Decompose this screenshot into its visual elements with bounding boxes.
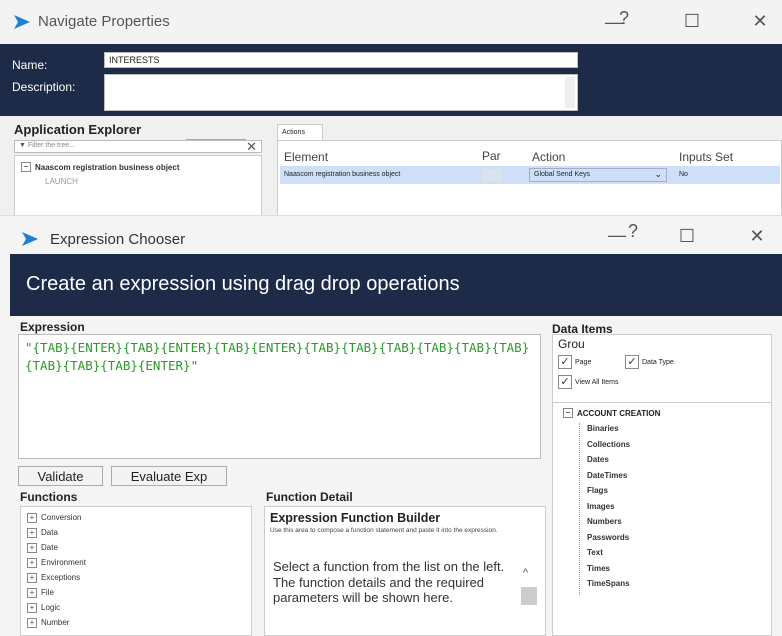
function-category[interactable]: + Date: [27, 540, 245, 555]
column-header[interactable]: Inputs Set: [679, 150, 733, 164]
dialog-banner: Create an expression using drag drop ope…: [10, 254, 782, 316]
name-label: Name:: [12, 58, 48, 72]
function-category[interactable]: + Exceptions: [27, 570, 245, 585]
checkbox-icon[interactable]: ✓: [625, 355, 639, 369]
evaluate-button[interactable]: Evaluate Exp: [111, 466, 227, 486]
group-label: Grou: [558, 337, 585, 351]
clear-icon[interactable]: ✕: [246, 139, 257, 155]
table-row[interactable]: Naascom registration business object Glo…: [280, 166, 780, 184]
filter-icon: ▼: [19, 142, 28, 149]
minimize-button[interactable]: —: [599, 12, 629, 33]
data-items-list: Binaries Collections Dates DateTimes Fla…: [587, 424, 630, 595]
builder-title: Expression Function Builder: [270, 511, 441, 525]
function-detail-label: Function Detail: [266, 490, 353, 504]
tree-item[interactable]: − Naascom registration business object: [21, 162, 180, 172]
dialog-title: Expression Chooser: [50, 231, 186, 248]
name-field[interactable]: INTERESTS: [104, 52, 578, 68]
row-inputs-set: No: [679, 171, 688, 178]
expand-icon[interactable]: +: [27, 587, 37, 598]
view-all-checkbox[interactable]: ✓ View All Items: [558, 375, 618, 389]
data-item[interactable]: DateTimes: [587, 471, 630, 487]
data-item[interactable]: Numbers: [587, 517, 630, 533]
expression-editor[interactable]: "{TAB}{ENTER}{TAB}{ENTER}{TAB}{ENTER}{TA…: [18, 334, 541, 459]
chevron-up-icon[interactable]: ^: [523, 567, 528, 579]
function-category[interactable]: + Conversion: [27, 510, 245, 525]
column-header[interactable]: Action: [532, 150, 565, 164]
data-items-tree: − ACCOUNT CREATION Binaries Collections D…: [552, 402, 772, 636]
expand-icon[interactable]: +: [27, 602, 37, 613]
description-scrollbar[interactable]: [565, 77, 575, 108]
expression-chooser-dialog: Expression Chooser ? — ☐ ✕ Create an exp…: [0, 215, 782, 636]
maximize-button[interactable]: ☐: [672, 226, 702, 247]
functions-tree: + Conversion + Data + Date + Environment + Ex…: [20, 506, 252, 636]
expand-icon[interactable]: +: [27, 617, 37, 628]
scroll-thumb[interactable]: [521, 587, 537, 605]
action-select[interactable]: Global Send Keys ⌄: [529, 168, 667, 182]
checkbox-icon[interactable]: ✓: [558, 355, 572, 369]
banner-text: Create an expression using drag drop ope…: [26, 273, 460, 295]
data-item[interactable]: TimeSpans: [587, 579, 630, 595]
data-options-panel: Grou ✓ Page ✓ Data Type ✓ View All Items: [552, 334, 772, 404]
data-item[interactable]: Binaries: [587, 424, 630, 440]
function-builder-panel: Expression Function Builder Use this are…: [264, 506, 546, 636]
function-category[interactable]: + Number: [27, 615, 245, 630]
maximize-button[interactable]: ☐: [677, 11, 707, 32]
page-checkbox[interactable]: ✓ Page: [558, 355, 591, 369]
description-label: Description:: [12, 80, 76, 94]
explorer-filter-input[interactable]: ▼ Filter the tree... ✕: [14, 139, 262, 155]
collapse-icon[interactable]: −: [21, 162, 31, 172]
expression-text: "{TAB}{ENTER}{TAB}{ENTER}{TAB}{ENTER}{TA…: [25, 340, 530, 373]
description-field[interactable]: [104, 74, 578, 111]
close-button[interactable]: ✕: [742, 226, 772, 247]
close-button[interactable]: ✕: [745, 11, 775, 32]
explorer-tree: − Naascom registration business object LA…: [14, 155, 262, 217]
navigate-titlebar: Navigate Properties ? — ☐ ✕: [0, 0, 782, 44]
data-type-checkbox[interactable]: ✓ Data Type: [625, 355, 674, 369]
function-category[interactable]: + Environment: [27, 555, 245, 570]
column-header[interactable]: Par: [482, 149, 501, 163]
row-element: Naascom registration business object: [284, 171, 401, 178]
data-root[interactable]: − ACCOUNT CREATION: [563, 408, 660, 418]
functions-label: Functions: [20, 490, 78, 504]
app-explorer-title: Application Explorer: [14, 122, 142, 137]
function-category[interactable]: + Data: [27, 525, 245, 540]
expand-icon[interactable]: +: [27, 512, 37, 523]
filter-placeholder: Filter the tree...: [27, 142, 75, 149]
data-item[interactable]: Collections: [587, 440, 630, 456]
builder-description: Use this area to compose a function stat…: [270, 527, 498, 534]
data-item[interactable]: Dates: [587, 455, 630, 471]
expression-label: Expression: [20, 320, 85, 334]
minimize-button[interactable]: —: [602, 225, 632, 246]
window-title: Navigate Properties: [38, 13, 170, 30]
data-item[interactable]: Flags: [587, 486, 630, 502]
tree-item[interactable]: LAUNCH: [45, 177, 78, 186]
data-item[interactable]: Text: [587, 548, 630, 564]
collapse-icon[interactable]: −: [563, 408, 573, 418]
expand-icon[interactable]: +: [27, 572, 37, 583]
app-icon: [14, 15, 30, 29]
tree-line: [579, 423, 581, 595]
chevron-down-icon: ⌄: [654, 169, 662, 179]
actions-grid: Element Par Action Inputs Set Naascom re…: [277, 140, 782, 220]
validate-button[interactable]: Validate: [18, 466, 103, 486]
properties-header: Name: INTERESTS Description:: [0, 44, 782, 116]
builder-scrollbar[interactable]: ^: [519, 565, 539, 635]
column-header[interactable]: Element: [284, 150, 328, 164]
app-icon: [22, 232, 38, 246]
row-par[interactable]: [482, 169, 502, 181]
expand-icon[interactable]: +: [27, 557, 37, 568]
tab-actions[interactable]: Actions: [277, 124, 323, 140]
data-item[interactable]: Images: [587, 502, 630, 518]
expand-icon[interactable]: +: [27, 542, 37, 553]
checkbox-icon[interactable]: ✓: [558, 375, 572, 389]
builder-body: Select a function from the list on the l…: [273, 559, 505, 605]
expand-icon[interactable]: +: [27, 527, 37, 538]
data-item[interactable]: Times: [587, 564, 630, 580]
data-item[interactable]: Passwords: [587, 533, 630, 549]
function-category[interactable]: + File: [27, 585, 245, 600]
function-category[interactable]: + Logic: [27, 600, 245, 615]
